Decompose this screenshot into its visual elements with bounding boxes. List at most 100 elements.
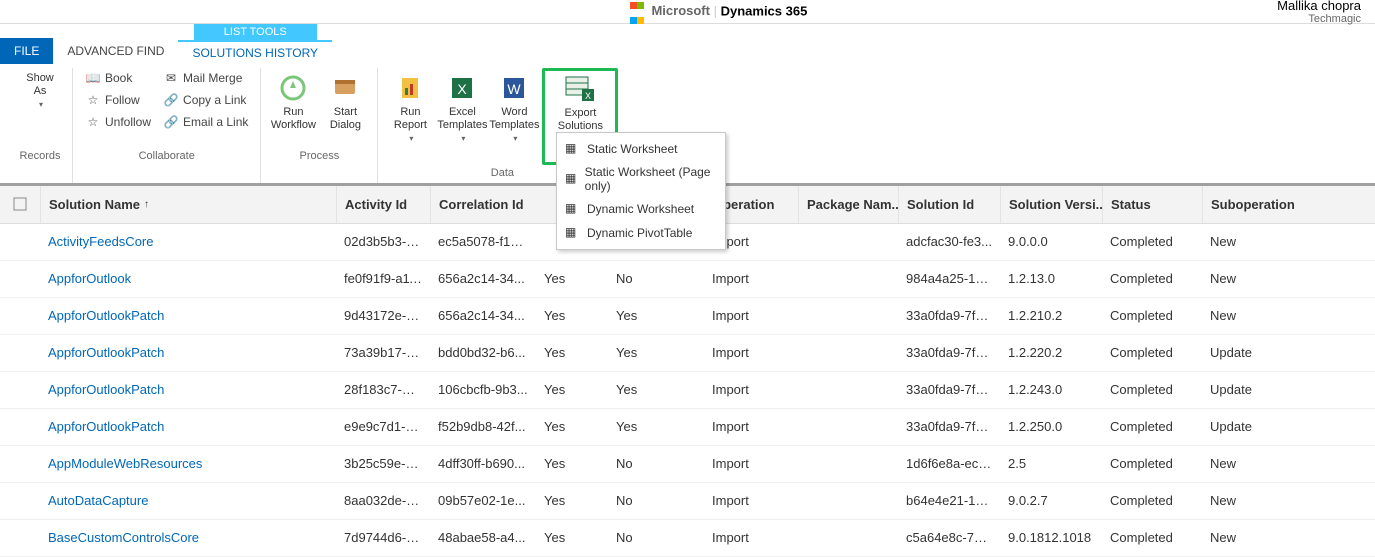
show-as-button[interactable]: Show As	[16, 68, 64, 116]
select-all-checkbox[interactable]	[0, 186, 40, 223]
excel-small-icon: ▦	[565, 141, 581, 157]
svg-text:X: X	[458, 81, 468, 97]
cell-solution-name[interactable]: AppforOutlookPatch	[40, 382, 336, 397]
table-row[interactable]: AppforOutlookPatch28f183c7-197...106cbcf…	[0, 372, 1375, 409]
run-workflow-button[interactable]: Run Workflow	[269, 68, 317, 136]
cell-solution-name[interactable]: AppforOutlook	[40, 271, 336, 286]
col-correlation-id[interactable]: Correlation Id	[430, 186, 536, 223]
tab-advanced-find[interactable]: ADVANCED FIND	[53, 38, 178, 64]
cell-solution-version: 9.0.0.0	[1000, 234, 1102, 249]
cell-activity-id: e9e9c7d1-d6...	[336, 419, 430, 434]
copy-link-button[interactable]: 🔗Copy a Link	[159, 90, 252, 110]
menu-item-static-worksheet-page[interactable]: ▦Static Worksheet (Page only)	[557, 161, 725, 197]
table-row[interactable]: AppforOutlookPatche9e9c7d1-d6...f52b9db8…	[0, 409, 1375, 446]
email-link-icon: 🔗	[163, 114, 179, 130]
chevron-down-icon	[407, 132, 413, 145]
cell-operation: Import	[704, 308, 798, 323]
cell-solution-version: 2.5	[1000, 456, 1102, 471]
ribbon-group-process: Run Workflow Start Dialog Process	[261, 68, 378, 183]
cell-correlation-id: bdd0bd32-b6...	[430, 345, 536, 360]
cell-correlation-id: ec5a5078-f1e...	[430, 234, 536, 249]
excel-small-icon: ▦	[565, 201, 581, 217]
ribbon-group-label: Process	[300, 148, 340, 166]
cell-suboperation: New	[1202, 456, 1302, 471]
ribbon-group-label: Collaborate	[139, 148, 195, 166]
excel-templates-button[interactable]: X Excel Templates	[438, 68, 486, 150]
cell-activity-id: 9d43172e-44...	[336, 308, 430, 323]
cell-status: Completed	[1102, 308, 1202, 323]
ribbon-tabstrip: FILE ADVANCED FIND LIST TOOLS SOLUTIONS …	[0, 24, 1375, 64]
tab-file[interactable]: FILE	[0, 38, 53, 64]
col-solution-name[interactable]: Solution Name↑	[40, 186, 336, 223]
email-link-button[interactable]: 🔗Email a Link	[159, 112, 252, 132]
col-solution-version[interactable]: Solution Versi...	[1000, 186, 1102, 223]
cell-solution-name[interactable]: AutoDataCapture	[40, 493, 336, 508]
cell-correlation-id: 656a2c14-34...	[430, 308, 536, 323]
cell-solution-name[interactable]: AppforOutlookPatch	[40, 419, 336, 434]
table-row[interactable]: AutoDataCapture8aa032de-15...09b57e02-1e…	[0, 483, 1375, 520]
col-activity-id[interactable]: Activity Id	[336, 186, 430, 223]
col-package-name[interactable]: Package Nam...	[798, 186, 898, 223]
cell-operation: Import	[704, 530, 798, 545]
cell-solution-version: 9.0.1812.1018	[1000, 530, 1102, 545]
cell-solution-name[interactable]: AppforOutlookPatch	[40, 308, 336, 323]
user-area[interactable]: Mallika chopra Techmagic	[1277, 0, 1375, 25]
excel-small-icon: ▦	[565, 171, 579, 187]
link-icon: 🔗	[163, 92, 179, 108]
brand-dynamics: Dynamics 365	[721, 3, 808, 18]
menu-item-dynamic-worksheet[interactable]: ▦Dynamic Worksheet	[557, 197, 725, 221]
ribbon-group-records: Show As Records	[8, 68, 73, 183]
follow-button[interactable]: ☆Follow	[81, 90, 155, 110]
table-row[interactable]: AppforOutlookPatch9d43172e-44...656a2c14…	[0, 298, 1375, 335]
cell-status: Completed	[1102, 456, 1202, 471]
cell-correlation-id: 48abae58-a4...	[430, 530, 536, 545]
word-icon: W	[498, 72, 530, 104]
col-suboperation[interactable]: Suboperation	[1202, 186, 1302, 223]
export-excel-icon: X	[564, 73, 596, 105]
cell-operation: Import	[704, 345, 798, 360]
cell-is-managed: Yes	[536, 456, 608, 471]
cell-is-overwrite: No	[608, 271, 704, 286]
col-status[interactable]: Status	[1102, 186, 1202, 223]
table-row[interactable]: BaseCustomControlsCore7d9744d6-40...48ab…	[0, 520, 1375, 557]
table-row[interactable]: AppforOutlookPatch73a39b17-da...bdd0bd32…	[0, 335, 1375, 372]
run-report-button[interactable]: Run Report	[386, 68, 434, 150]
cell-status: Completed	[1102, 419, 1202, 434]
menu-item-static-worksheet[interactable]: ▦Static Worksheet	[557, 137, 725, 161]
cell-solution-id: 33a0fda9-7f9...	[898, 382, 1000, 397]
col-solution-id[interactable]: Solution Id	[898, 186, 1000, 223]
cell-solution-name[interactable]: AppforOutlookPatch	[40, 345, 336, 360]
grid-body: ActivityFeedsCore02d3b5b3-02...ec5a5078-…	[0, 224, 1375, 557]
cell-correlation-id: f52b9db8-42f...	[430, 419, 536, 434]
star-icon: ☆	[85, 92, 101, 108]
cell-is-overwrite: Yes	[608, 382, 704, 397]
tab-solutions-history[interactable]: SOLUTIONS HISTORY	[178, 40, 332, 64]
cell-status: Completed	[1102, 271, 1202, 286]
cell-suboperation: New	[1202, 308, 1302, 323]
table-row[interactable]: AppModuleWebResources3b25c59e-11...4dff3…	[0, 446, 1375, 483]
star-off-icon: ☆	[85, 114, 101, 130]
cell-suboperation: Update	[1202, 382, 1302, 397]
unfollow-button[interactable]: ☆Unfollow	[81, 112, 155, 132]
start-dialog-button[interactable]: Start Dialog	[321, 68, 369, 136]
mail-merge-button[interactable]: ✉Mail Merge	[159, 68, 252, 88]
cell-solution-name[interactable]: ActivityFeedsCore	[40, 234, 336, 249]
tab-context-group: LIST TOOLS SOLUTIONS HISTORY	[178, 24, 332, 64]
mail-merge-icon: ✉	[163, 70, 179, 86]
cell-status: Completed	[1102, 493, 1202, 508]
cell-suboperation: New	[1202, 530, 1302, 545]
cell-solution-name[interactable]: AppModuleWebResources	[40, 456, 336, 471]
table-row[interactable]: AppforOutlookfe0f91f9-a11...656a2c14-34.…	[0, 261, 1375, 298]
cell-solution-id: c5a64e8c-7c1...	[898, 530, 1000, 545]
export-dropdown-menu: ▦Static Worksheet ▦Static Worksheet (Pag…	[556, 132, 726, 250]
menu-item-dynamic-pivottable[interactable]: ▦Dynamic PivotTable	[557, 221, 725, 245]
cell-activity-id: 28f183c7-197...	[336, 382, 430, 397]
svg-text:X: X	[585, 91, 591, 101]
word-templates-button[interactable]: W Word Templates	[490, 68, 538, 150]
app-topbar: Microsoft | Dynamics 365 Mallika chopra …	[0, 0, 1375, 24]
user-name: Mallika chopra	[1277, 0, 1361, 13]
cell-correlation-id: 4dff30ff-b690...	[430, 456, 536, 471]
book-button[interactable]: 📖Book	[81, 68, 155, 88]
chevron-down-icon	[37, 98, 43, 111]
cell-solution-name[interactable]: BaseCustomControlsCore	[40, 530, 336, 545]
